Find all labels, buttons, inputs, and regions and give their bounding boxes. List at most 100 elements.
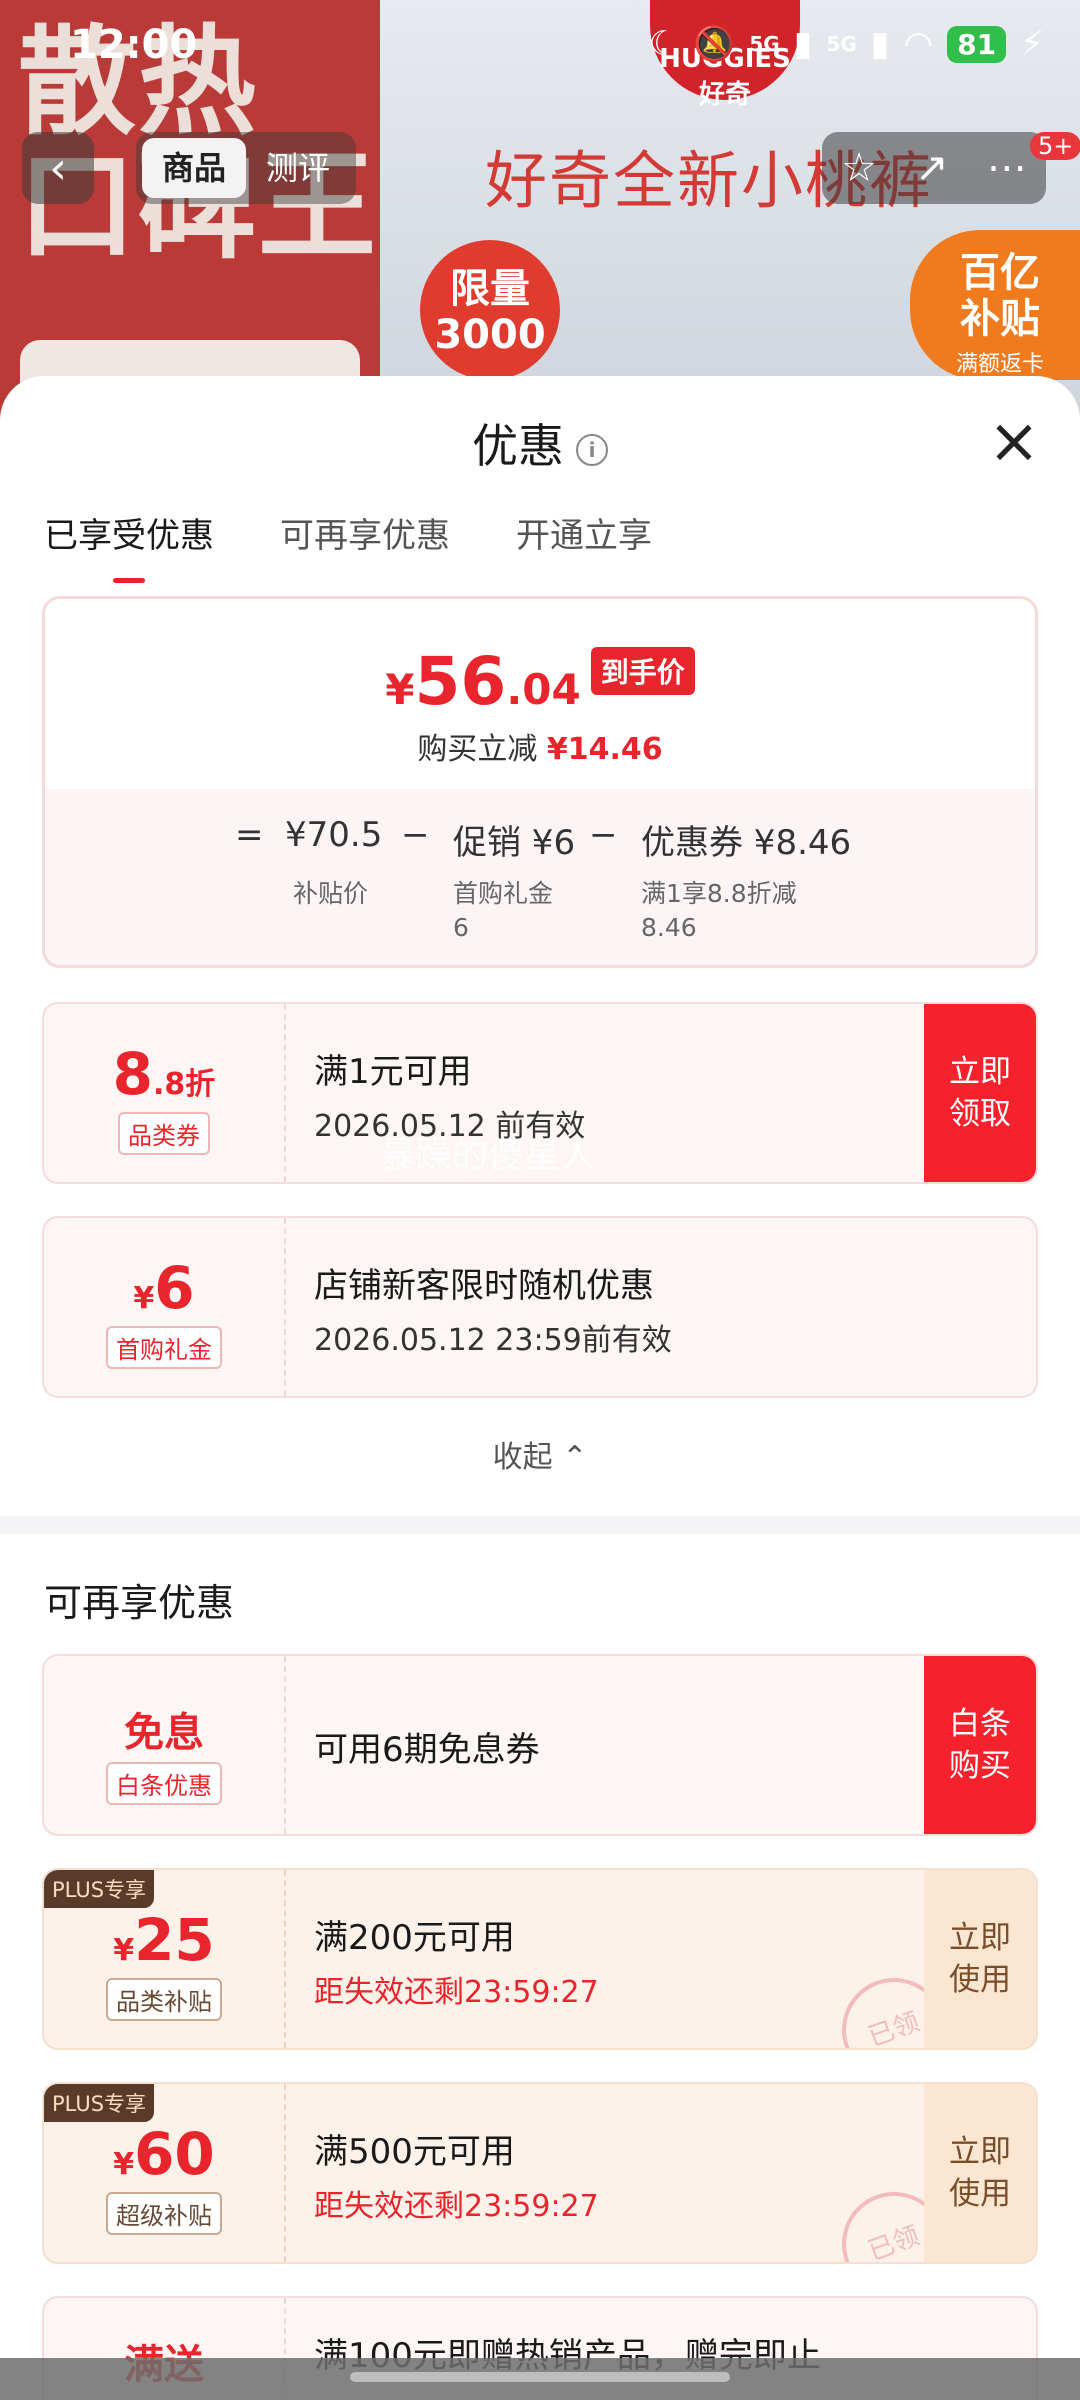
formula-coupon: 优惠券 ¥8.46 xyxy=(641,823,852,863)
coupon-interest-free: 免息 白条优惠 可用6期免息券 白条 购买 xyxy=(42,1654,1038,1836)
coupon-condition: 满1元可用 xyxy=(314,1052,472,1092)
signal-icon: ▮ xyxy=(793,24,813,64)
watermark: 暴躁的傻星人 xyxy=(380,1135,597,1176)
tab-more-discounts[interactable]: 可再享优惠 xyxy=(280,508,450,583)
star-icon[interactable]: ☆ xyxy=(841,145,877,191)
baitiao-buy-button[interactable]: 白条 购买 xyxy=(924,1656,1036,1834)
coupon-condition: 可用6期免息券 xyxy=(314,1730,540,1770)
more-icon[interactable]: ⋯ xyxy=(987,145,1027,191)
coupon-amount-value: 60 xyxy=(134,2120,215,2188)
coupon-details: 满500元可用 距失效还剩23:59:27 xyxy=(314,2124,599,2225)
tab-applied-discounts[interactable]: 已享受优惠 xyxy=(44,508,214,583)
final-price: ¥56.04 到手价 xyxy=(45,599,1035,720)
tab-product[interactable]: 商品 xyxy=(142,138,246,198)
reduction-label: 购买立减 xyxy=(417,732,538,767)
coupon-yen: ¥ xyxy=(133,1281,155,1316)
coupon-plus-60: PLUS专享 ¥60 超级补贴 满500元可用 距失效还剩23:59:27 已领… xyxy=(42,2082,1038,2264)
wifi-icon: ◠ xyxy=(903,24,934,64)
coupon-interest-free-label: 免息 xyxy=(124,1710,204,1756)
use-now-button[interactable]: 立即 使用 xyxy=(924,2084,1036,2262)
nav-actions: ☆ ↗ ⋯ xyxy=(822,132,1046,204)
message-count-badge: 5+ xyxy=(1030,132,1080,160)
signal-icon-2: ▮ xyxy=(870,24,890,64)
coupon-amount: ¥25 xyxy=(44,1906,284,1974)
formula-base-price: ¥70.5 xyxy=(285,815,383,855)
formula-base-note: 补贴价 xyxy=(293,879,369,908)
back-button[interactable]: ‹ xyxy=(22,132,94,204)
coupon-yen: ¥ xyxy=(113,1933,135,1968)
tab-open-to-enjoy[interactable]: 开通立享 xyxy=(516,508,652,583)
network-label: 5G xyxy=(749,32,780,56)
coupon-amount-value: 6 xyxy=(154,1254,195,1322)
sheet-title: 优惠 i xyxy=(0,410,1080,476)
coupon-plus-25: PLUS专享 ¥25 品类补贴 满200元可用 距失效还剩23:59:27 已领… xyxy=(42,1868,1038,2050)
price-integer: 56 xyxy=(414,643,507,720)
coupon-value: ¥60 超级补贴 xyxy=(44,2084,286,2262)
coupon-type-chip: 首购礼金 xyxy=(106,1326,222,1369)
coupon-countdown: 距失效还剩23:59:27 xyxy=(314,1975,599,2010)
coupon-condition: 满200元可用 xyxy=(314,1918,515,1958)
collapse-toggle[interactable]: 收起 ⌃ xyxy=(0,1432,1080,1476)
coupon-value: ¥6 首购礼金 xyxy=(44,1218,286,1396)
home-indicator[interactable] xyxy=(350,2372,730,2382)
formula-equals: = xyxy=(235,815,264,855)
coupon-first-purchase: ¥6 首购礼金 店铺新客限时随机优惠 2026.05.12 23:59前有效 xyxy=(42,1216,1038,1398)
battery-indicator: 81 xyxy=(947,25,1007,63)
status-icons: ☾ 🔕 5G ▮ 5G ▮ ◠ 81 ⚡ xyxy=(649,24,1044,64)
coupon-type-chip: 白条优惠 xyxy=(106,1762,222,1805)
coupon-details: 店铺新客限时随机优惠 2026.05.12 23:59前有效 xyxy=(314,1258,672,1359)
coupon-value: 8.8折 品类券 xyxy=(44,1004,286,1182)
coupon-value: 免息 白条优惠 xyxy=(44,1656,286,1834)
coupon-value: ¥25 品类补贴 xyxy=(44,1870,286,2048)
more-discounts-title: 可再享优惠 xyxy=(44,1581,235,1625)
coupon-type-chip: 品类券 xyxy=(118,1112,210,1155)
formula-coupon-note: 满1享8.8折减 8.46 xyxy=(641,879,797,942)
coupon-discount-main: 8 xyxy=(112,1040,154,1108)
final-price-card: ¥56.04 到手价 购买立减 ¥14.46 = ¥70.5 补贴价 − 促销 ¥… xyxy=(42,596,1038,968)
formula-promo-note: 首购礼金 6 xyxy=(453,879,554,942)
formula-minus-2: − xyxy=(589,815,618,855)
claim-now-button[interactable]: 立即 领取 xyxy=(924,1004,1036,1182)
formula-promo: 促销 ¥6 xyxy=(453,823,576,863)
mute-icon: 🔕 xyxy=(693,24,736,64)
price-reduction: 购买立减 ¥14.46 xyxy=(45,724,1035,768)
price-formula: = ¥70.5 补贴价 − 促销 ¥6 首购礼金 6 − 优惠券 ¥8.46 满… xyxy=(45,789,1035,965)
price-summary: ¥56.04 到手价 购买立减 ¥14.46 xyxy=(45,599,1035,789)
use-now-button[interactable]: 立即 使用 xyxy=(924,1870,1036,2048)
subsidy-title: 百亿 补贴 xyxy=(960,250,1040,342)
nav-tabs: 商品 测评 xyxy=(136,132,356,204)
final-price-tag: 到手价 xyxy=(590,647,695,695)
baitiao-buy-label: 白条 购买 xyxy=(949,1706,1011,1784)
network-label-2: 5G xyxy=(826,32,857,56)
price-decimal: .04 xyxy=(506,665,581,714)
use-now-label: 立即 使用 xyxy=(949,1920,1011,1998)
close-icon[interactable]: × xyxy=(988,410,1040,472)
charging-icon: ⚡ xyxy=(1020,24,1044,64)
tab-review[interactable]: 测评 xyxy=(246,138,350,198)
section-divider xyxy=(0,1516,1080,1534)
coupon-yen: ¥ xyxy=(113,2147,135,2182)
use-now-label: 立即 使用 xyxy=(949,2134,1011,2212)
info-icon[interactable]: i xyxy=(576,433,608,466)
limited-badge: 限量 3000 xyxy=(420,240,560,380)
chevron-left-icon: ‹ xyxy=(49,142,67,194)
coupon-type-chip: 超级补贴 xyxy=(106,2192,222,2235)
status-bar: 12:00 ☾ 🔕 5G ▮ 5G ▮ ◠ 81 ⚡ xyxy=(0,0,1080,90)
coupon-discount-frac: .8折 xyxy=(153,1067,216,1102)
formula-minus-1: − xyxy=(401,815,430,855)
discount-tabs: 已享受优惠 可再享优惠 开通立享 xyxy=(44,508,652,583)
coupon-condition: 店铺新客限时随机优惠 xyxy=(314,1266,654,1306)
discount-sheet: 优惠 i × 已享受优惠 可再享优惠 开通立享 ¥56.04 到手价 购买立减 ¥1… xyxy=(0,376,1080,2400)
sheet-title-text: 优惠 xyxy=(472,419,564,473)
claim-now-label: 立即 领取 xyxy=(949,1054,1011,1132)
coupon-countdown: 距失效还剩23:59:27 xyxy=(314,2189,599,2224)
coupon-discount: 8.8折 xyxy=(44,1040,284,1108)
coupon-amount: ¥60 xyxy=(44,2120,284,2188)
subsidy-badge: 百亿 补贴 满额返卡 xyxy=(910,230,1080,380)
share-icon[interactable]: ↗ xyxy=(915,145,949,191)
price-yen: ¥ xyxy=(385,665,415,714)
coupon-expiry: 2026.05.12 23:59前有效 xyxy=(314,1323,672,1358)
reduction-value: ¥14.46 xyxy=(546,732,663,767)
coupon-details: 可用6期免息券 xyxy=(314,1722,540,1771)
status-time: 12:00 xyxy=(70,22,198,68)
